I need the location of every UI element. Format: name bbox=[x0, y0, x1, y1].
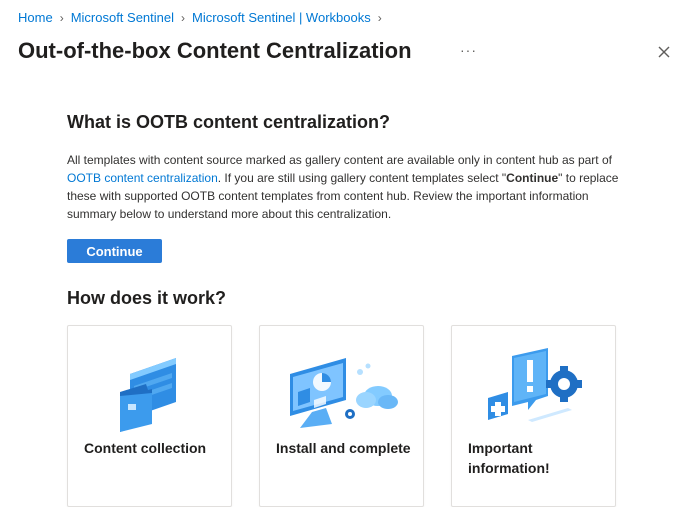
more-options-button[interactable]: ··· bbox=[460, 42, 477, 58]
breadcrumb: Home › Microsoft Sentinel › Microsoft Se… bbox=[18, 10, 389, 25]
description-text: All templates with content source marked… bbox=[67, 151, 627, 223]
section-heading-how: How does it work? bbox=[67, 288, 227, 308]
breadcrumb-workbooks[interactable]: Microsoft Sentinel | Workbooks bbox=[192, 10, 371, 25]
desc-part2: . If you are still using gallery content… bbox=[217, 171, 507, 185]
card-important-information[interactable]: Important information! bbox=[451, 325, 616, 507]
page-title: Out-of-the-box Content Centralization bbox=[18, 38, 412, 63]
content-collection-icon bbox=[120, 358, 176, 432]
main-content: What is OOTB content centralization? All… bbox=[67, 112, 627, 309]
breadcrumb-home[interactable]: Home bbox=[18, 10, 53, 25]
card-label: Install and complete bbox=[276, 440, 411, 456]
important-information-icon bbox=[488, 348, 582, 422]
card-label: Content collection bbox=[84, 440, 207, 456]
card-install-complete[interactable]: Install and complete bbox=[259, 325, 424, 507]
chevron-right-icon: › bbox=[181, 10, 186, 25]
chevron-right-icon: › bbox=[59, 10, 64, 25]
section-heading-what-is: What is OOTB content centralization? bbox=[67, 112, 391, 132]
ootb-centralization-link[interactable]: OOTB content centralization bbox=[67, 171, 218, 185]
card-content-collection[interactable]: Content collection bbox=[67, 325, 232, 507]
breadcrumb-microsoft-sentinel[interactable]: Microsoft Sentinel bbox=[71, 10, 174, 25]
desc-part1: All templates with content source marked… bbox=[67, 153, 612, 167]
card-label: Important information! bbox=[468, 440, 550, 476]
chevron-right-icon: › bbox=[377, 10, 382, 25]
close-icon[interactable] bbox=[656, 44, 672, 60]
continue-button[interactable]: Continue bbox=[67, 239, 162, 263]
desc-bold: Continue bbox=[506, 171, 559, 185]
install-complete-icon bbox=[290, 358, 398, 428]
